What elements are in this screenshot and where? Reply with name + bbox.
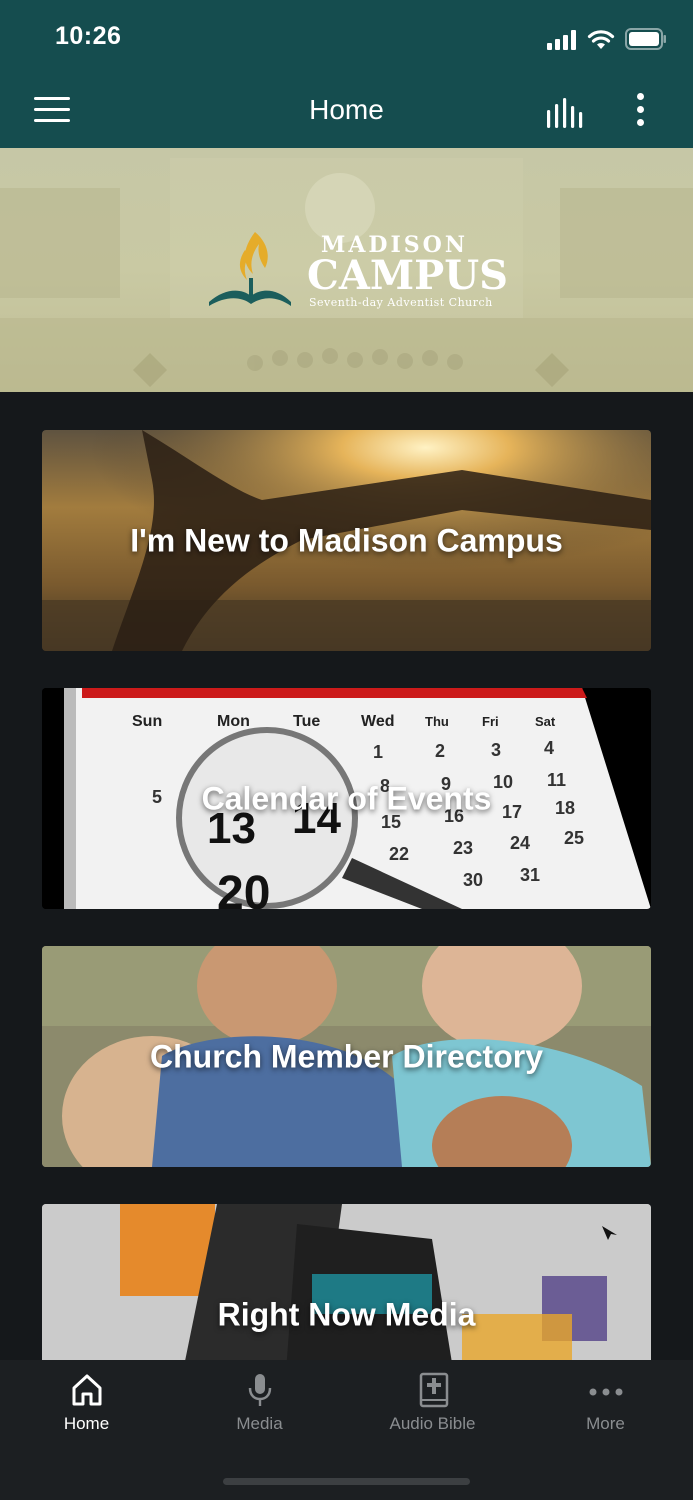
card-calendar[interactable]: Sun Mon Tue Wed Thu Fri Sat 1234 5 8 9 10 11… [42, 688, 651, 909]
battery-icon [625, 28, 666, 50]
card-new-visitor[interactable]: I'm New to Madison Campus [42, 430, 651, 651]
calendar-day-thu: Thu [425, 714, 449, 729]
app-bar: Home [0, 78, 693, 148]
calendar-day-fri: Fri [482, 714, 499, 729]
calendar-day-tue: Tue [293, 713, 320, 730]
svg-text:3: 3 [491, 740, 501, 760]
bible-icon [419, 1372, 448, 1408]
signal-icon [547, 30, 576, 50]
right-now-media-promo-image [42, 1204, 651, 1360]
status-bar: 10:26 [0, 0, 693, 78]
more-vertical-icon [636, 93, 644, 100]
equalizer-icon [547, 98, 583, 128]
home-icon [72, 1374, 101, 1406]
logo-tagline: Seventh-day Adventist Church [309, 296, 493, 309]
more-icon [589, 1388, 622, 1396]
tab-label: More [586, 1414, 625, 1433]
tab-label: Home [63, 1414, 110, 1433]
card-title: Calendar of Events [201, 780, 492, 816]
svg-text:20: 20 [217, 867, 270, 909]
calendar-day-sat: Sat [535, 714, 556, 729]
svg-text:1: 1 [373, 742, 383, 762]
home-indicator[interactable] [223, 1478, 470, 1485]
tab-label: Audio Bible [389, 1414, 476, 1433]
church-logo-icon [209, 232, 291, 306]
card-right-now-media[interactable]: Right Now Media [42, 1204, 651, 1360]
home-feed[interactable]: I'm New to Madison Campus Sun Mon Tue We… [0, 392, 693, 1360]
logo-wordmark-main: CAMPUS [307, 252, 508, 299]
svg-text:2: 2 [435, 741, 445, 761]
svg-text:24: 24 [510, 833, 530, 853]
overflow-menu-button[interactable] [628, 93, 652, 133]
page-title: Home [309, 94, 384, 125]
microphone-icon [248, 1374, 271, 1406]
calendar-day-sun: Sun [132, 713, 162, 730]
calendar-day-wed: Wed [361, 713, 394, 730]
svg-text:23: 23 [453, 838, 473, 858]
card-title: Right Now Media [217, 1296, 476, 1332]
tab-label: Media [236, 1414, 283, 1433]
svg-text:31: 31 [520, 865, 540, 885]
wifi-icon [587, 30, 615, 49]
tab-media[interactable]: Media [173, 1372, 346, 1452]
svg-text:4: 4 [544, 738, 554, 758]
tab-home[interactable]: Home [0, 1372, 173, 1452]
audio-player-button[interactable] [545, 98, 587, 128]
church-banner: MADISON CAMPUS Seventh-day Adventist Chu… [0, 148, 693, 392]
tab-audio-bible[interactable]: Audio Bible [346, 1372, 519, 1452]
card-member-directory[interactable]: Church Member Directory [42, 946, 651, 1167]
svg-text:30: 30 [463, 870, 483, 890]
status-time: 10:26 [55, 22, 122, 50]
card-title: Church Member Directory [150, 1038, 543, 1074]
calendar-day-mon: Mon [217, 713, 250, 730]
svg-text:22: 22 [389, 844, 409, 864]
svg-text:25: 25 [564, 828, 584, 848]
card-title: I'm New to Madison Campus [130, 522, 563, 558]
tab-more[interactable]: More [519, 1372, 692, 1452]
status-icons [547, 26, 667, 50]
